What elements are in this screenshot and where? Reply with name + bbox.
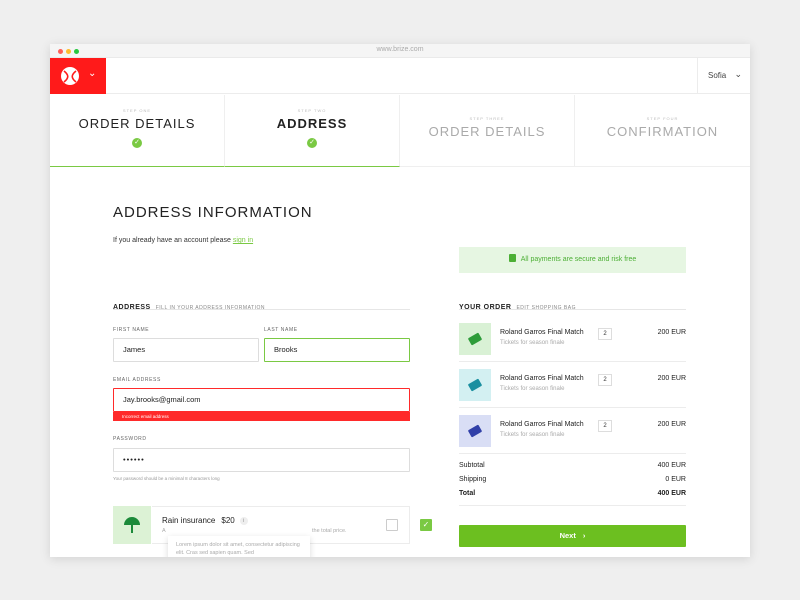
chevron-down-icon: ⌄ bbox=[734, 69, 742, 79]
step-confirmation[interactable]: STEP FOUR CONFIRMATION bbox=[575, 95, 750, 167]
insurance-name: Rain insurance bbox=[162, 516, 216, 525]
checkout-steps: STEP ONE ORDER DETAILS ✓ STEP TWO ADDRES… bbox=[50, 95, 750, 167]
order-item: Roland Garros Final Match Tickets for se… bbox=[459, 316, 686, 362]
order-item: Roland Garros Final Match Tickets for se… bbox=[459, 362, 686, 408]
user-menu[interactable]: Sofia ⌄ bbox=[697, 58, 750, 94]
step-title: ORDER DETAILS bbox=[428, 124, 546, 139]
chevron-down-icon: ⌄ bbox=[88, 68, 97, 79]
shipping-row: Shipping 0 EUR bbox=[459, 476, 686, 483]
page-title: ADDRESS INFORMATION bbox=[113, 204, 313, 221]
account-prompt-text: If you already have an account please bbox=[113, 237, 233, 244]
check-icon: ✓ bbox=[307, 138, 317, 148]
item-price: 200 EUR bbox=[657, 375, 686, 382]
ticket-icon bbox=[467, 332, 483, 346]
total-value: 400 EUR bbox=[657, 490, 686, 497]
account-prompt: If you already have an account please si… bbox=[113, 237, 253, 244]
next-label: Next bbox=[559, 531, 576, 540]
total-label: Total bbox=[459, 490, 476, 497]
umbrella-canopy bbox=[124, 517, 140, 525]
logo-menu-button[interactable]: ⌄ bbox=[50, 58, 106, 94]
step-title: ORDER DETAILS bbox=[78, 116, 196, 131]
next-button[interactable]: Next › bbox=[459, 525, 686, 547]
item-name: Roland Garros Final Match bbox=[500, 329, 584, 336]
browser-chrome: www.brize.com bbox=[50, 44, 750, 58]
insurance-price: $20 bbox=[221, 516, 235, 525]
item-subtitle: Tickets for season finale bbox=[500, 432, 565, 438]
subtotal-row: Subtotal 400 EUR bbox=[459, 462, 686, 469]
step-order-details-2[interactable]: STEP THREE ORDER DETAILS bbox=[400, 95, 575, 167]
quantity-input[interactable]: 2 bbox=[598, 328, 612, 340]
check-icon: ✓ bbox=[132, 138, 142, 148]
order-section-header: YOUR ORDER EDIT SHOPPING BAG bbox=[459, 296, 686, 311]
item-name: Roland Garros Final Match bbox=[500, 375, 584, 382]
item-price: 200 EUR bbox=[657, 421, 686, 428]
item-subtitle: Tickets for season finale bbox=[500, 340, 565, 346]
last-name-field[interactable]: Brooks bbox=[264, 338, 410, 362]
section-title: YOUR ORDER bbox=[459, 304, 512, 311]
insurance-checked-icon[interactable]: ✓ bbox=[420, 519, 432, 531]
chevron-right-icon: › bbox=[582, 531, 586, 540]
tennis-ball-logo-icon bbox=[61, 67, 79, 85]
last-name-label: LAST NAME bbox=[264, 327, 298, 333]
user-name: Sofia bbox=[708, 71, 727, 80]
ticket-thumbnail bbox=[459, 415, 491, 447]
subtotal-value: 400 EUR bbox=[657, 462, 686, 469]
ticket-thumbnail bbox=[459, 369, 491, 401]
item-subtitle: Tickets for season finale bbox=[500, 386, 565, 392]
first-name-label: FIRST NAME bbox=[113, 327, 150, 333]
top-bar: ⌄ Sofia ⌄ bbox=[50, 58, 750, 94]
insurance-tooltip: Lorem ipsum dolor sit amet, consectetur … bbox=[168, 536, 310, 557]
insurance-description-start: A bbox=[162, 528, 166, 534]
secure-payment-notice: All payments are secure and risk free bbox=[459, 247, 686, 273]
step-label: STEP FOUR bbox=[646, 116, 679, 121]
insurance-checkbox[interactable] bbox=[386, 519, 398, 531]
shipping-label: Shipping bbox=[459, 476, 487, 483]
umbrella-icon bbox=[113, 506, 151, 544]
browser-window: www.brize.com ⌄ Sofia ⌄ STEP ONE ORDER D… bbox=[50, 44, 750, 557]
item-name: Roland Garros Final Match bbox=[500, 421, 584, 428]
ticket-icon bbox=[467, 378, 483, 392]
email-error-message: Incorrect email address bbox=[113, 412, 410, 421]
password-label: PASSWORD bbox=[113, 436, 147, 442]
insurance-title: Rain insurance $20 i bbox=[162, 516, 248, 525]
umbrella-stem bbox=[131, 525, 133, 533]
sign-in-link[interactable]: sign in bbox=[233, 237, 253, 244]
step-order-details[interactable]: STEP ONE ORDER DETAILS ✓ bbox=[50, 95, 225, 167]
section-title: ADDRESS bbox=[113, 304, 151, 311]
item-price: 200 EUR bbox=[657, 329, 686, 336]
total-row: Total 400 EUR bbox=[459, 490, 686, 497]
step-title: ADDRESS bbox=[276, 116, 348, 131]
password-field[interactable]: •••••• bbox=[113, 448, 410, 472]
ticket-thumbnail bbox=[459, 323, 491, 355]
address-section-header: ADDRESS FILL IN YOUR ADDRESS INFORMATION bbox=[113, 296, 410, 311]
step-label: STEP THREE bbox=[469, 116, 505, 121]
email-label: EMAIL ADDRESS bbox=[113, 377, 161, 383]
secure-notice-text: All payments are secure and risk free bbox=[520, 256, 637, 263]
step-label: STEP ONE bbox=[122, 108, 152, 113]
quantity-input[interactable]: 2 bbox=[598, 374, 612, 386]
lock-icon bbox=[508, 254, 516, 263]
divider bbox=[459, 505, 686, 506]
ticket-icon bbox=[467, 424, 483, 438]
section-subtitle: FILL IN YOUR ADDRESS INFORMATION bbox=[155, 305, 265, 311]
insurance-description-end: the total price. bbox=[312, 528, 347, 534]
password-hint: Your password should be a minimal 8 char… bbox=[113, 476, 220, 481]
step-title: CONFIRMATION bbox=[606, 124, 719, 139]
info-icon[interactable]: i bbox=[239, 516, 248, 525]
step-address[interactable]: STEP TWO ADDRESS ✓ bbox=[225, 95, 400, 167]
order-item: Roland Garros Final Match Tickets for se… bbox=[459, 408, 686, 454]
first-name-field[interactable]: James bbox=[113, 338, 259, 362]
email-field[interactable]: Jay.brooks@gmail.com bbox=[113, 388, 410, 412]
url-bar[interactable]: www.brize.com bbox=[50, 46, 750, 53]
edit-shopping-bag-link[interactable]: EDIT SHOPPING BAG bbox=[516, 305, 576, 311]
shipping-value: 0 EUR bbox=[665, 476, 686, 483]
step-label: STEP TWO bbox=[297, 108, 327, 113]
subtotal-label: Subtotal bbox=[459, 462, 485, 469]
quantity-input[interactable]: 2 bbox=[598, 420, 612, 432]
